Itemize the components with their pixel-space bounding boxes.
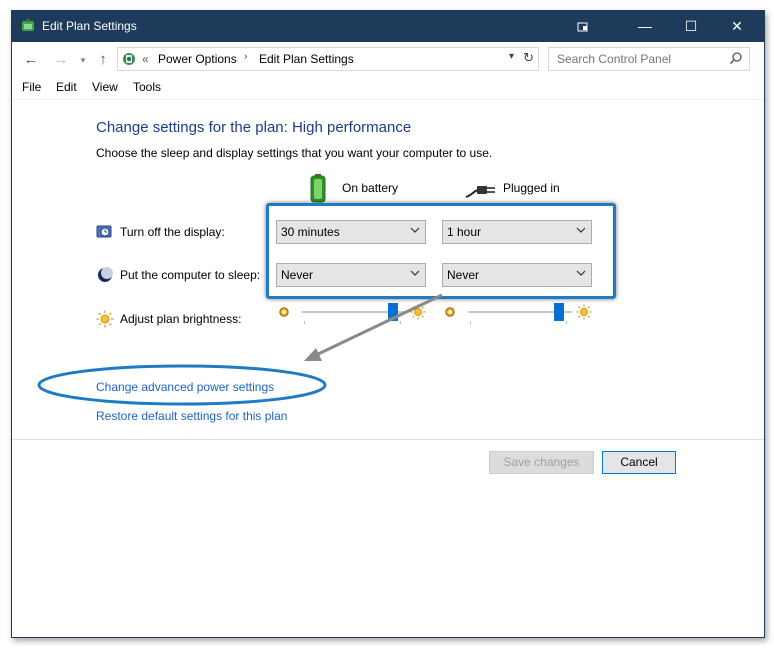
page-description: Choose the sleep and display settings th… — [96, 146, 493, 160]
brightness-on-battery-slider[interactable] — [388, 303, 399, 321]
menu-tools[interactable]: Tools — [133, 80, 161, 94]
display-setting-label: Turn off the display: — [120, 225, 225, 239]
menu-bar: File Edit View Tools — [12, 77, 764, 100]
sleep-moon-icon — [98, 267, 113, 282]
search-icon[interactable] — [729, 51, 743, 65]
breadcrumb-power-options[interactable]: Power Options — [158, 52, 237, 66]
bright-sun-icon — [576, 304, 592, 320]
on-battery-header: On battery — [342, 181, 399, 195]
minimize-button[interactable]: — — [622, 11, 668, 42]
dim-sun-icon — [445, 307, 455, 317]
sleep-setting-label: Put the computer to sleep: — [120, 268, 261, 282]
footer-divider — [12, 439, 764, 440]
breadcrumb-overflow[interactable]: « — [142, 52, 149, 66]
control-panel-icon — [123, 53, 135, 65]
refresh-icon[interactable]: ↻ — [523, 50, 534, 66]
restore-defaults-link[interactable]: Restore default settings for this plan — [96, 409, 287, 423]
battery-icon — [310, 174, 326, 203]
brightness-plugged-in-slider[interactable] — [554, 303, 565, 321]
power-plug-icon — [465, 186, 495, 198]
brightness-setting-label: Adjust plan brightness: — [120, 312, 242, 326]
search-input[interactable] — [555, 51, 719, 67]
address-dropdown-icon[interactable]: ▾ — [509, 51, 514, 62]
address-bar[interactable]: « Power Options › Edit Plan Settings ▾ ↻ — [117, 47, 539, 71]
edit-plan-settings-window: Edit Plan Settings — ☐ ✕ ← → ▾ ↑ « Power… — [11, 10, 765, 638]
plugged-in-header: Plugged in — [503, 181, 560, 195]
address-row: ← → ▾ ↑ « Power Options › Edit Plan Sett… — [12, 42, 764, 76]
back-arrow-icon[interactable]: ← — [22, 51, 40, 69]
menu-view[interactable]: View — [92, 80, 118, 94]
annotation-arrowhead — [304, 348, 322, 361]
slider-tick — [400, 321, 401, 324]
page-heading: Change settings for the plan: High perfo… — [96, 119, 412, 136]
forward-arrow-icon[interactable]: → — [52, 51, 70, 69]
close-button[interactable]: ✕ — [714, 11, 760, 42]
slider-tick — [470, 321, 471, 324]
breadcrumb-edit-plan-settings[interactable]: Edit Plan Settings — [259, 52, 354, 66]
bright-sun-icon — [410, 304, 426, 320]
breadcrumb-separator-icon[interactable]: › — [244, 51, 247, 62]
maximize-button[interactable]: ☐ — [668, 11, 714, 42]
search-box[interactable] — [548, 47, 750, 71]
power-options-icon — [22, 19, 34, 31]
menu-file[interactable]: File — [22, 80, 41, 94]
recent-pages-chevron-icon[interactable]: ▾ — [74, 51, 92, 69]
window-title: Edit Plan Settings — [42, 19, 137, 33]
save-changes-button[interactable]: Save changes — [489, 451, 594, 474]
advanced-power-settings-link[interactable]: Change advanced power settings — [96, 380, 274, 394]
slider-tick — [566, 321, 567, 324]
annotation-highlight-box — [266, 203, 616, 299]
display-timer-icon — [96, 225, 112, 238]
up-arrow-icon[interactable]: ↑ — [94, 51, 112, 69]
brightness-sun-icon — [96, 310, 114, 328]
slider-tick — [304, 321, 305, 324]
cancel-button[interactable]: Cancel — [602, 451, 676, 474]
restore-tab-icon[interactable] — [560, 11, 606, 42]
title-bar: Edit Plan Settings — ☐ ✕ — [12, 11, 764, 42]
dim-sun-icon — [279, 307, 289, 317]
menu-edit[interactable]: Edit — [56, 80, 77, 94]
